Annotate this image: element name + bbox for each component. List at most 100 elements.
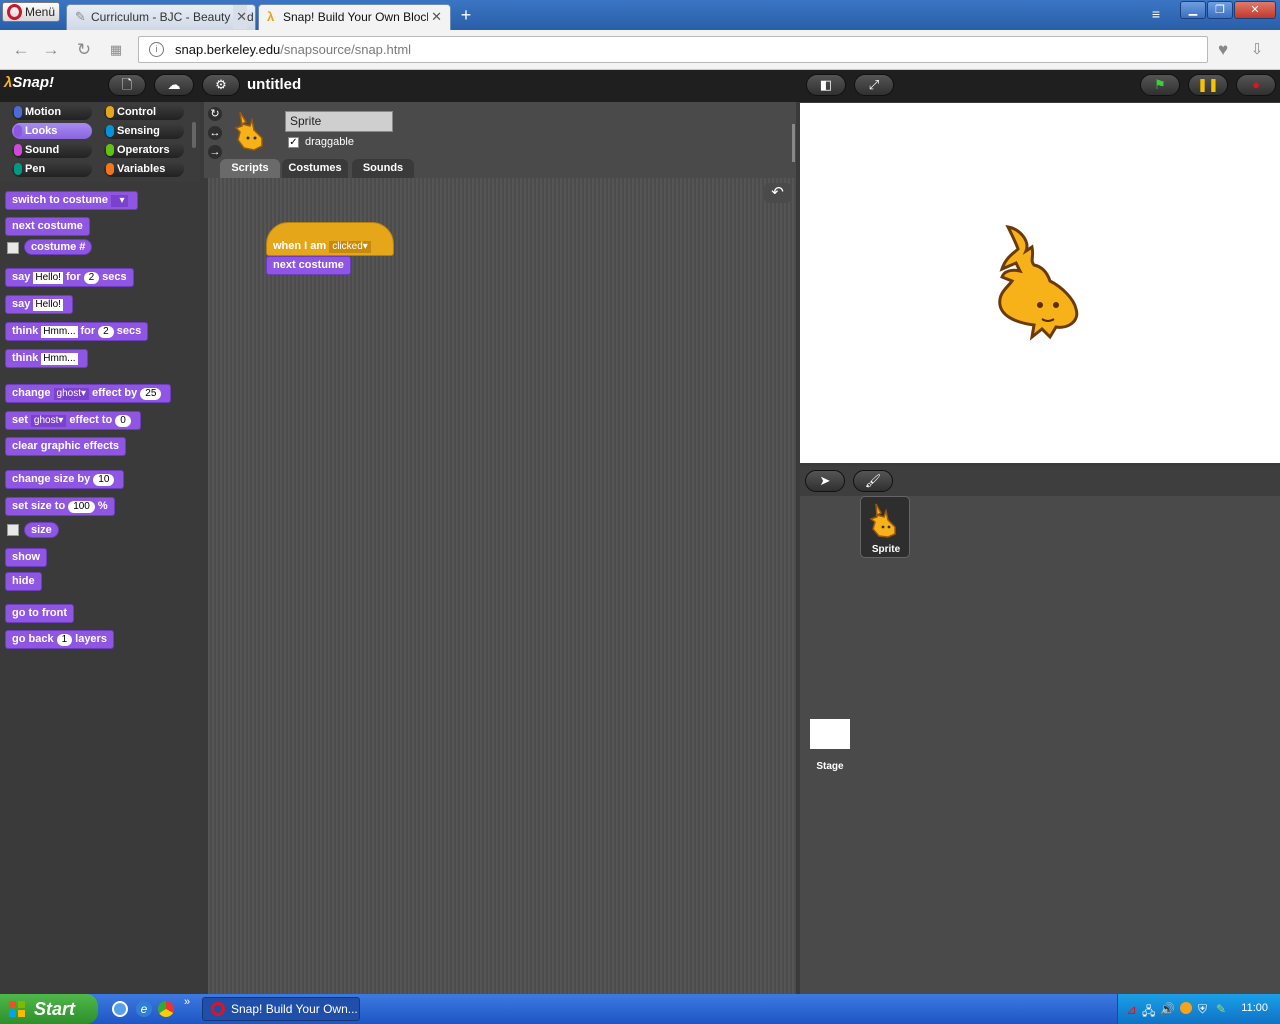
go-back-input[interactable]: 1 [56, 634, 73, 646]
block-show[interactable]: show [5, 548, 48, 567]
tab-sounds[interactable]: Sounds [352, 159, 414, 178]
tab-menu-icon[interactable]: ≡ [1146, 6, 1166, 24]
block-set-size-to[interactable]: set size to 100% [5, 497, 115, 516]
quicklaunch-chevron-icon[interactable]: » [184, 996, 190, 1008]
project-menu-button[interactable]: 🗋 [108, 74, 146, 96]
close-window-button[interactable]: ✕ [1234, 1, 1276, 19]
block-clear-graphic-effects[interactable]: clear graphic effects [5, 437, 126, 456]
block-go-to-front[interactable]: go to front [5, 604, 74, 623]
category-scrollbar[interactable] [192, 122, 196, 148]
maximize-button[interactable]: ❐ [1207, 1, 1233, 19]
block-think[interactable]: think Hmm... [5, 349, 88, 368]
block-say[interactable]: say Hello! [5, 295, 73, 314]
block-think-for-secs[interactable]: think Hmm... for 2 secs [5, 322, 149, 341]
corral-sprite-icon[interactable]: Sprite [860, 496, 910, 558]
tray-volume-icon[interactable]: 🔊 [1160, 1002, 1175, 1016]
stage[interactable] [800, 103, 1280, 463]
category-motion[interactable]: Motion [12, 104, 92, 120]
block-change-size-by[interactable]: change size by 10 [5, 470, 125, 489]
tab-scripts[interactable]: Scripts [220, 159, 280, 178]
scripting-area[interactable]: ↶ when I am clicked▾ next costume [208, 178, 796, 994]
back-icon[interactable]: ← [10, 39, 32, 61]
block-go-back-layers[interactable]: go back 1 layers [5, 630, 114, 649]
sprite-name-field[interactable]: Sprite [285, 111, 393, 132]
forward-icon[interactable]: → [40, 39, 62, 61]
reload-icon[interactable]: ↻ [73, 39, 95, 61]
quicklaunch-chrome-icon[interactable] [158, 1001, 174, 1017]
tab-close-icon[interactable]: ✕ [233, 5, 247, 29]
green-flag-button[interactable]: ⚑ [1140, 74, 1180, 96]
minimize-button[interactable]: ▁ [1180, 1, 1206, 19]
effect-dropdown[interactable]: ghost▾ [53, 388, 90, 400]
add-turtle-sprite-button[interactable]: ➤ [805, 470, 845, 492]
tray-usb-icon[interactable]: ✎ [1216, 1002, 1226, 1016]
tab-curriculum[interactable]: ✎ Curriculum - BJC - Beauty and ✕ [66, 4, 256, 30]
sprite-costume-icon[interactable] [990, 221, 1090, 347]
costume-dropdown[interactable]: ▾ [110, 195, 128, 207]
corral-stage-icon[interactable] [810, 719, 850, 749]
category-control[interactable]: Control [104, 104, 184, 120]
category-variables[interactable]: Variables [104, 161, 184, 177]
tray-security-icon[interactable]: ⛨ [1198, 1002, 1207, 1017]
tab-snap[interactable]: λ Snap! Build Your Own Blocks ✕ [258, 4, 451, 30]
new-tab-button[interactable]: + [455, 4, 477, 26]
category-looks[interactable]: Looks [12, 123, 92, 139]
block-switch-to-costume[interactable]: switch to costume ▾ [5, 191, 138, 210]
size-watcher-checkbox[interactable] [7, 524, 19, 536]
hat-block-when-clicked[interactable]: when I am clicked▾ [266, 222, 394, 256]
script-block-next-costume[interactable]: next costume [266, 256, 351, 275]
speed-dial-grid-icon[interactable]: ▦ [105, 39, 127, 61]
say-text-input[interactable]: Hello! [33, 272, 63, 284]
site-info-icon[interactable]: i [149, 42, 164, 57]
think-text-input[interactable]: Hmm... [41, 353, 78, 365]
say-secs-input[interactable]: 2 [83, 272, 100, 284]
cloud-menu-button[interactable]: ☁ [154, 74, 194, 96]
effect-dropdown[interactable]: ghost▾ [30, 415, 67, 427]
block-say-for-secs[interactable]: say Hello! for 2 secs [5, 268, 134, 287]
think-secs-input[interactable]: 2 [98, 326, 114, 338]
block-size[interactable]: size [24, 522, 59, 538]
rotation-no-rotate-icon[interactable]: → [208, 145, 222, 159]
block-set-effect[interactable]: set ghost▾ effect to 0 [5, 411, 141, 430]
rotation-can-rotate-icon[interactable]: ↻ [208, 107, 222, 121]
bookmark-heart-icon[interactable]: ♥ [1212, 39, 1234, 61]
category-sound[interactable]: Sound [12, 142, 92, 158]
block-costume-number[interactable]: costume # [24, 239, 93, 255]
browser-menu-button[interactable]: Menü [2, 2, 60, 22]
quicklaunch-desktop-icon[interactable] [112, 1001, 128, 1017]
pause-button[interactable]: ❚❚ [1188, 74, 1228, 96]
block-next-costume[interactable]: next costume [5, 217, 90, 236]
undo-drop-button[interactable]: ↶ [764, 183, 791, 203]
draggable-checkbox[interactable]: ✓ [288, 137, 299, 148]
interaction-dropdown[interactable]: clicked▾ [329, 241, 371, 253]
block-hide[interactable]: hide [5, 572, 42, 591]
block-change-effect[interactable]: change ghost▾ effect by 25 [5, 384, 172, 403]
change-size-input[interactable]: 10 [93, 474, 115, 486]
start-button[interactable]: Start [0, 994, 98, 1024]
think-text-input[interactable]: Hmm... [41, 326, 78, 338]
presentation-mode-button[interactable]: ⤢ [854, 74, 894, 96]
sprite-bar-scrollbar[interactable] [792, 124, 795, 162]
url-field[interactable]: i snap.berkeley.edu/snapsource/snap.html [138, 36, 1208, 63]
category-operators[interactable]: Operators [104, 142, 184, 158]
settings-menu-button[interactable]: ⚙ [202, 74, 240, 96]
costume-num-watcher-checkbox[interactable] [7, 242, 19, 254]
effect-by-input[interactable]: 25 [140, 388, 162, 400]
snap-logo[interactable]: λSnap! [4, 74, 54, 96]
tray-update-icon[interactable] [1180, 1002, 1192, 1014]
category-pen[interactable]: Pen [12, 161, 92, 177]
category-sensing[interactable]: Sensing [104, 123, 184, 139]
tab-costumes[interactable]: Costumes [282, 159, 348, 178]
tray-antivirus-icon[interactable]: ⊿ [1126, 1002, 1137, 1018]
paint-new-sprite-button[interactable]: 🖌 [853, 470, 893, 492]
stop-button[interactable]: ● [1236, 74, 1276, 96]
download-icon[interactable]: ⇩ [1246, 39, 1268, 61]
stage-size-toggle-button[interactable]: ◧ [806, 74, 846, 96]
taskbar-opera-window[interactable]: Snap! Build Your Own... [202, 997, 360, 1021]
tray-network-icon[interactable]: 🖧 [1142, 1002, 1155, 1023]
set-size-input[interactable]: 100 [68, 501, 95, 513]
tab-close-icon[interactable]: ✕ [428, 5, 442, 29]
rotation-left-right-icon[interactable]: ↔ [208, 126, 222, 140]
effect-to-input[interactable]: 0 [115, 415, 131, 427]
say-text-input[interactable]: Hello! [33, 299, 63, 311]
